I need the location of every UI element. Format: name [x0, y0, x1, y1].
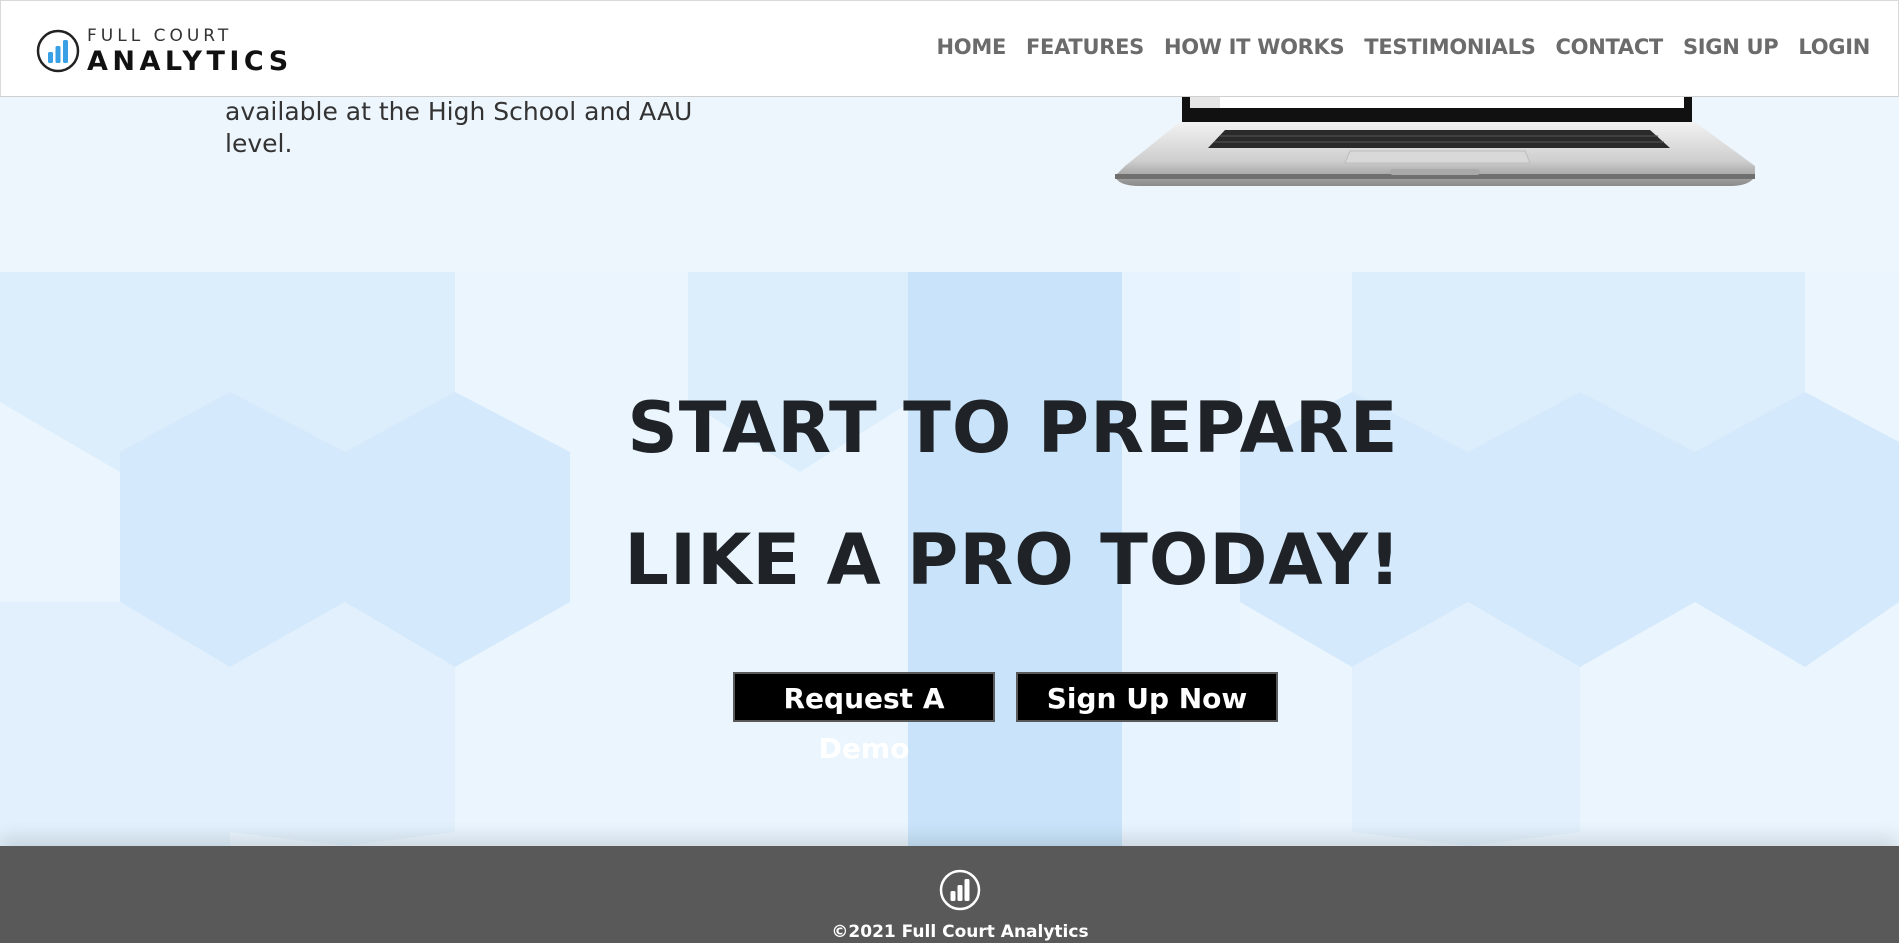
cta-heading-line2: LIKE A PRO TODAY!: [624, 519, 1402, 601]
brand-name-bottom: ANALYTICS: [87, 45, 293, 77]
nav-features[interactable]: FEATURES: [1026, 35, 1144, 59]
sign-up-now-button[interactable]: Sign Up Now: [1016, 672, 1278, 722]
nav-testimonials[interactable]: TESTIMONIALS: [1364, 35, 1536, 59]
main-nav: HOME FEATURES HOW IT WORKS TESTIMONIALS …: [917, 35, 1871, 59]
request-demo-button[interactable]: Request A Demo: [733, 672, 995, 765]
laptop-image: [1115, 96, 1755, 186]
brand-wordmark: FULL COURT ANALYTICS: [87, 25, 293, 77]
site-header: FULL COURT ANALYTICS HOME FEATURES HOW I…: [0, 0, 1899, 97]
cta-heading: START TO PREPARE LIKE A PRO TODAY!: [0, 362, 1899, 626]
brand-logo[interactable]: FULL COURT ANALYTICS: [35, 23, 293, 79]
brand-name-top: FULL COURT: [87, 25, 233, 46]
nav-sign-up[interactable]: SIGN UP: [1683, 35, 1779, 59]
cta-heading-line1: START TO PREPARE: [627, 387, 1399, 469]
nav-home[interactable]: HOME: [937, 35, 1007, 59]
site-footer: ©2021 Full Court Analytics: [0, 846, 1899, 943]
cta-section: START TO PREPARE LIKE A PRO TODAY! Reque…: [0, 272, 1899, 846]
bar-chart-logo-icon: [36, 29, 80, 73]
intro-paragraph: available at the High School and AAU lev…: [225, 97, 693, 158]
nav-how-it-works[interactable]: HOW IT WORKS: [1164, 35, 1345, 59]
nav-contact[interactable]: CONTACT: [1556, 35, 1664, 59]
bar-chart-logo-icon: [939, 869, 981, 911]
page: FULL COURT ANALYTICS HOME FEATURES HOW I…: [0, 0, 1899, 943]
nav-login[interactable]: LOGIN: [1798, 35, 1870, 59]
footer-copyright: ©2021 Full Court Analytics: [831, 922, 1089, 942]
